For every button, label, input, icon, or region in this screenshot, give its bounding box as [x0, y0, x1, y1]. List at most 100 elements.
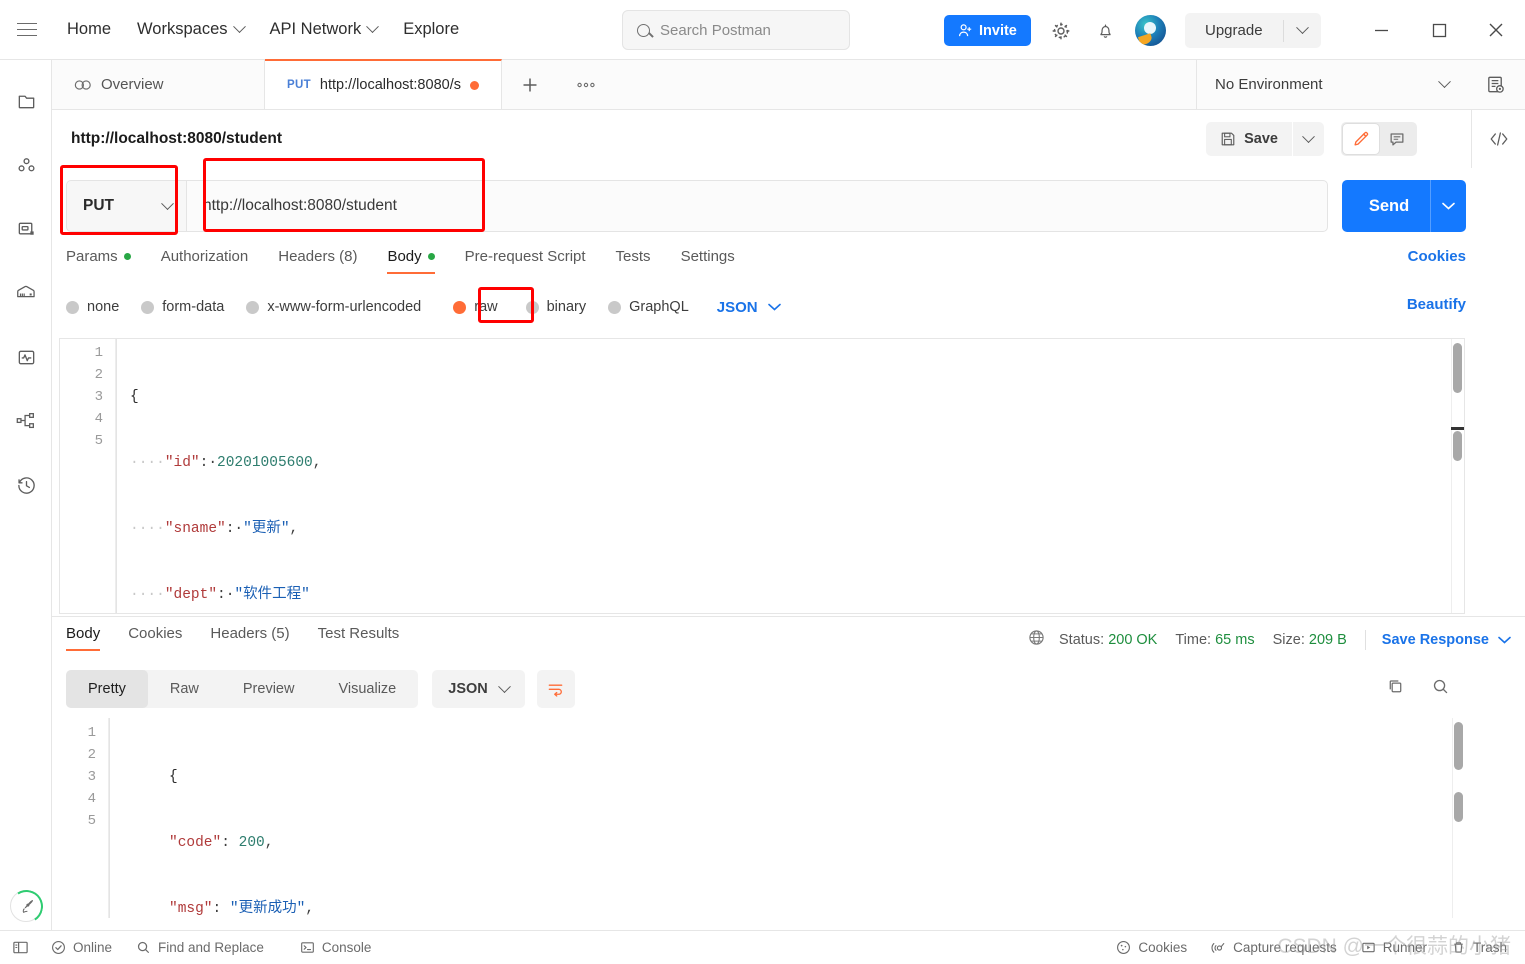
edit-pencil-button[interactable]	[1343, 124, 1379, 154]
rocket-icon[interactable]	[10, 890, 42, 922]
save-button[interactable]: Save	[1206, 122, 1292, 156]
radio-selected-icon	[453, 300, 467, 314]
word-wrap-button[interactable]	[536, 670, 575, 708]
tab-label: Headers (5)	[210, 625, 290, 642]
response-view-pretty[interactable]: Pretty	[66, 670, 148, 708]
response-scrollbar-thumb[interactable]	[1454, 722, 1463, 770]
upgrade-button[interactable]: Upgrade	[1185, 13, 1321, 48]
nav-item-api-network[interactable]: API Network	[257, 0, 391, 60]
find-and-replace-button[interactable]: Find and Replace	[136, 940, 264, 955]
tab-more-options-button[interactable]	[558, 60, 614, 109]
trash-button[interactable]: Trash	[1451, 940, 1507, 955]
response-tab-headers[interactable]: Headers (5)	[210, 625, 289, 651]
sidebar-toggle-icon[interactable]	[12, 939, 29, 956]
account-avatar[interactable]	[1135, 15, 1166, 46]
body-type-raw[interactable]: raw	[453, 299, 498, 315]
sidebar-item-monitors[interactable]	[0, 332, 52, 382]
sidebar-item-apis[interactable]	[0, 140, 52, 190]
body-type-urlencoded[interactable]: x-www-form-urlencoded	[246, 299, 421, 315]
code-snippet-button[interactable]	[1471, 110, 1525, 168]
response-body-code: { "code": 200, "msg": "更新成功", "data": nu…	[169, 718, 1445, 918]
beautify-link[interactable]: Beautify	[1407, 296, 1466, 313]
sidebar-item-flows[interactable]	[0, 396, 52, 446]
hamburger-icon[interactable]	[0, 0, 54, 60]
sidebar-item-environments[interactable]	[0, 204, 52, 254]
cookies-button[interactable]: Cookies	[1116, 940, 1187, 955]
tab-authorization[interactable]: Authorization	[161, 248, 265, 274]
sidebar-item-collections[interactable]	[0, 76, 52, 126]
response-view-visualize[interactable]: Visualize	[316, 670, 418, 708]
console-button[interactable]: Console	[300, 940, 371, 955]
editor-scrollbar-thumb-secondary[interactable]	[1453, 431, 1462, 461]
new-tab-button[interactable]	[502, 60, 558, 109]
tab-pre-request-script[interactable]: Pre-request Script	[465, 248, 602, 274]
fold-guide-line	[109, 718, 110, 918]
request-url-input[interactable]: http://localhost:8080/student	[186, 180, 1328, 232]
capture-requests-button[interactable]: Capture requests	[1211, 940, 1337, 955]
runner-button[interactable]: Runner	[1361, 940, 1427, 955]
tab-overview[interactable]: Overview	[52, 60, 265, 109]
code-line: ····"dept":·"软件工程"	[130, 584, 1444, 606]
body-type-none[interactable]: none	[66, 299, 119, 315]
save-response-button[interactable]: Save Response	[1382, 632, 1511, 648]
code-line: {	[130, 386, 1444, 408]
nav-item-home[interactable]: Home	[54, 0, 124, 60]
environment-selector[interactable]: No Environment	[1197, 60, 1465, 109]
window-minimize-button[interactable]	[1352, 0, 1410, 60]
gear-icon[interactable]	[1045, 15, 1076, 46]
tab-params[interactable]: Params	[66, 248, 147, 274]
send-options-button[interactable]	[1430, 180, 1466, 232]
response-body-viewer[interactable]: 1 2 3 4 5 { "code": 200, "msg": "更新成功", …	[59, 718, 1465, 918]
body-format-selector[interactable]: JSON	[717, 299, 781, 316]
nav-item-workspaces[interactable]: Workspaces	[124, 0, 256, 60]
upgrade-caret-button[interactable]	[1284, 21, 1321, 35]
save-response-label: Save Response	[1381, 631, 1489, 648]
response-tab-cookies[interactable]: Cookies	[128, 625, 182, 651]
response-tab-test-results[interactable]: Test Results	[318, 625, 400, 651]
invite-button[interactable]: Invite	[944, 15, 1031, 46]
nav-item-explore[interactable]: Explore	[390, 0, 472, 60]
environment-quick-look-icon[interactable]	[1465, 74, 1525, 95]
status-bar: Online Find and Replace Console Cookies	[0, 930, 1525, 964]
floppy-disk-icon	[1221, 132, 1235, 146]
comment-button[interactable]	[1379, 124, 1415, 154]
body-type-binary[interactable]: binary	[525, 299, 586, 315]
line-number: 5	[87, 813, 96, 829]
rocket-glyph	[22, 899, 33, 913]
tab-body[interactable]: Body	[387, 248, 450, 274]
window-close-button[interactable]	[1467, 0, 1525, 60]
edit-mode-group	[1341, 122, 1417, 156]
editor-scrollbar-track[interactable]	[1451, 339, 1464, 613]
code-key: "code"	[169, 835, 222, 851]
sidebar-item-mock-servers[interactable]	[0, 268, 52, 318]
response-metadata: Status: 200 OK Time: 65 ms Size: 209 B S…	[1028, 629, 1511, 650]
send-button[interactable]: Send	[1342, 180, 1466, 232]
body-type-form-data[interactable]: form-data	[141, 299, 224, 315]
line-number: 4	[87, 791, 96, 807]
status-online[interactable]: Online	[51, 940, 112, 955]
cookies-link[interactable]: Cookies	[1408, 248, 1466, 265]
copy-icon[interactable]	[1386, 677, 1405, 701]
http-method-selector[interactable]: PUT	[66, 180, 186, 232]
save-options-button[interactable]	[1293, 122, 1324, 156]
tab-settings[interactable]: Settings	[681, 248, 751, 274]
tab-tests[interactable]: Tests	[616, 248, 667, 274]
response-format-selector[interactable]: JSON	[432, 670, 525, 708]
response-view-preview[interactable]: Preview	[221, 670, 317, 708]
window-maximize-button[interactable]	[1410, 0, 1468, 60]
code-number: 20201005600	[217, 455, 313, 471]
sidebar-item-history[interactable]	[0, 460, 52, 510]
response-view-raw[interactable]: Raw	[148, 670, 221, 708]
tab-request-put-student[interactable]: PUT http://localhost:8080/s	[265, 59, 502, 109]
search-input[interactable]: Search Postman	[622, 10, 850, 50]
response-scrollbar-thumb-secondary[interactable]	[1454, 792, 1463, 822]
response-tab-body[interactable]: Body	[66, 625, 101, 651]
bell-icon[interactable]	[1090, 15, 1121, 46]
code-string: "软件工程"	[234, 587, 310, 603]
search-icon[interactable]	[1431, 677, 1450, 701]
tab-headers[interactable]: Headers (8)	[278, 248, 373, 274]
body-type-graphql[interactable]: GraphQL	[608, 299, 689, 315]
editor-scrollbar-thumb[interactable]	[1453, 343, 1462, 393]
response-scrollbar-track[interactable]	[1452, 718, 1465, 918]
request-body-editor[interactable]: 1 2 3 4 5 { ····"id":·20201005600, ····"…	[59, 338, 1465, 614]
